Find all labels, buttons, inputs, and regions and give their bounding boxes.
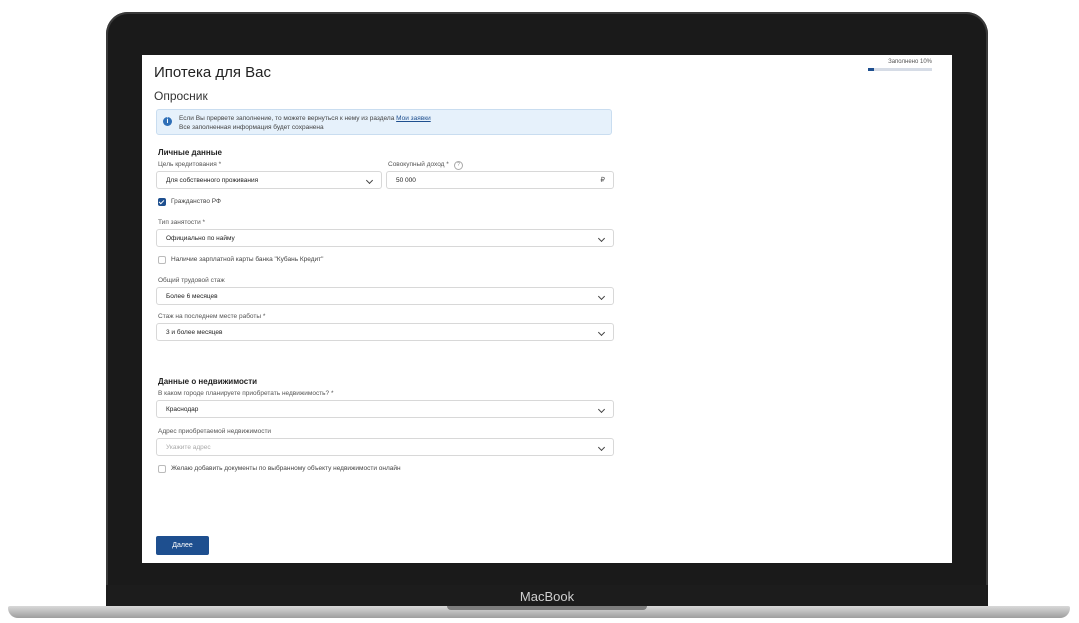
income-input[interactable]: 50 000 ₽ [386,171,614,189]
citizenship-checkbox[interactable] [158,198,166,206]
laptop-notch [447,606,647,610]
city-select[interactable]: Краснодар [156,400,614,418]
salary-card-checkbox[interactable] [158,256,166,264]
my-applications-link[interactable]: Мои заявки [396,115,431,122]
property-section-heading: Данные о недвижимости [158,377,258,386]
employment-select[interactable]: Официально по найму [156,229,614,247]
address-label: Адрес приобретаемой недвижимости [158,428,272,435]
chevron-down-icon [597,234,606,243]
info-notice: i Если Вы прервете заполнение, то можете… [156,109,612,135]
page-subtitle: Опросник [154,89,208,103]
city-label: В каком городе планируете приобретать не… [158,390,334,397]
last-job-select[interactable]: 3 и более месяцев [156,323,614,341]
city-value: Краснодар [166,406,199,413]
currency-suffix: ₽ [600,177,605,184]
address-placeholder: Укажите адрес [166,444,211,451]
progress-label: Заполнено 10% [888,59,932,65]
purpose-select[interactable]: Для собственного проживания [156,171,382,189]
purpose-label: Цель кредитования * [158,161,222,168]
last-job-value: 3 и более месяцев [166,329,223,336]
salary-card-label: Наличие зарплатной карты банка "Кубань К… [171,256,324,263]
personal-section-heading: Личные данные [158,148,222,157]
experience-value: Более 6 месяцев [166,293,218,300]
experience-label: Общий трудовой стаж [158,277,225,284]
address-select[interactable]: Укажите адрес [156,438,614,456]
page-title: Ипотека для Вас [154,64,272,81]
info-icon: i [163,117,172,126]
add-documents-label: Желаю добавить документы по выбранному о… [171,465,401,472]
progress-track [868,68,932,71]
chevron-down-icon [597,443,606,452]
add-documents-checkbox[interactable] [158,465,166,473]
experience-select[interactable]: Более 6 месяцев [156,287,614,305]
employment-label: Тип занятости * [158,219,206,226]
income-label: Совокупный доход * [388,161,449,168]
progress-indicator: Заполнено 10% [868,59,932,71]
laptop-screen: Заполнено 10% Ипотека для Вас Опросник i… [142,55,952,563]
notice-line2: Все заполненная информация будет сохране… [179,124,324,131]
notice-text: Если Вы прервете заполнение, то можете в… [179,114,431,132]
progress-fill [868,68,875,71]
notice-line1: Если Вы прервете заполнение, то можете в… [179,115,395,122]
last-job-label: Стаж на последнем месте работы * [158,313,266,320]
employment-value: Официально по найму [166,235,235,242]
chevron-down-icon [365,176,374,185]
chevron-down-icon [597,328,606,337]
next-button[interactable]: Далее [156,536,209,555]
citizenship-label: Гражданство РФ [171,198,221,205]
income-value: 50 000 [396,177,416,184]
chevron-down-icon [597,405,606,414]
purpose-value: Для собственного проживания [166,177,259,184]
chevron-down-icon [597,292,606,301]
help-icon[interactable]: ? [454,161,463,170]
